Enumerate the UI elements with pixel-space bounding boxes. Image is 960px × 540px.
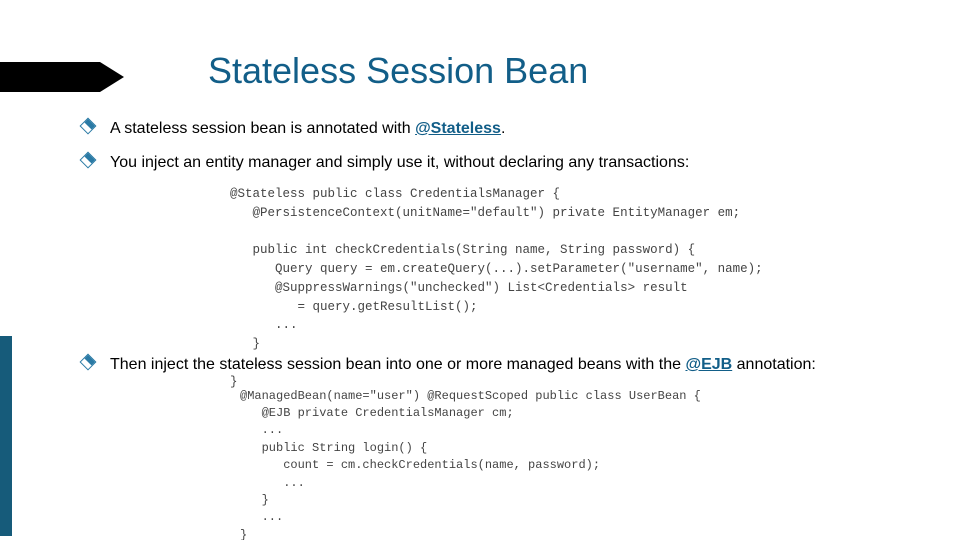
bullet-2-text: You inject an entity manager and simply … bbox=[110, 154, 689, 171]
decor-bar-arrow bbox=[100, 62, 124, 92]
slide-title: Stateless Session Bean bbox=[208, 50, 588, 92]
decor-bar bbox=[0, 62, 100, 92]
bullet-1: A stateless session bean is annotated wi… bbox=[80, 118, 900, 140]
bullet-3-annotation: @EJB bbox=[685, 356, 732, 373]
bullet-2: You inject an entity manager and simply … bbox=[80, 152, 900, 174]
decor-side-bar bbox=[0, 336, 12, 536]
bullet-3-wrap: Then inject the stateless session bean i… bbox=[80, 352, 900, 540]
code-block-2: @ManagedBean(name="user") @RequestScoped… bbox=[240, 388, 900, 540]
slide: Stateless Session Bean A stateless sessi… bbox=[0, 0, 960, 540]
bullet-icon bbox=[80, 118, 97, 135]
bullet-icon bbox=[80, 151, 97, 168]
bullet-1-text-post: . bbox=[501, 120, 505, 137]
bullet-3-text-post: annotation: bbox=[732, 356, 816, 373]
bullet-3: Then inject the stateless session bean i… bbox=[80, 354, 900, 376]
bullet-icon bbox=[80, 354, 97, 371]
bullet-1-annotation: @Stateless bbox=[415, 120, 501, 137]
bullet-1-text-pre: A stateless session bean is annotated wi… bbox=[110, 120, 415, 137]
bullet-3-text-pre: Then inject the stateless session bean i… bbox=[110, 356, 685, 373]
